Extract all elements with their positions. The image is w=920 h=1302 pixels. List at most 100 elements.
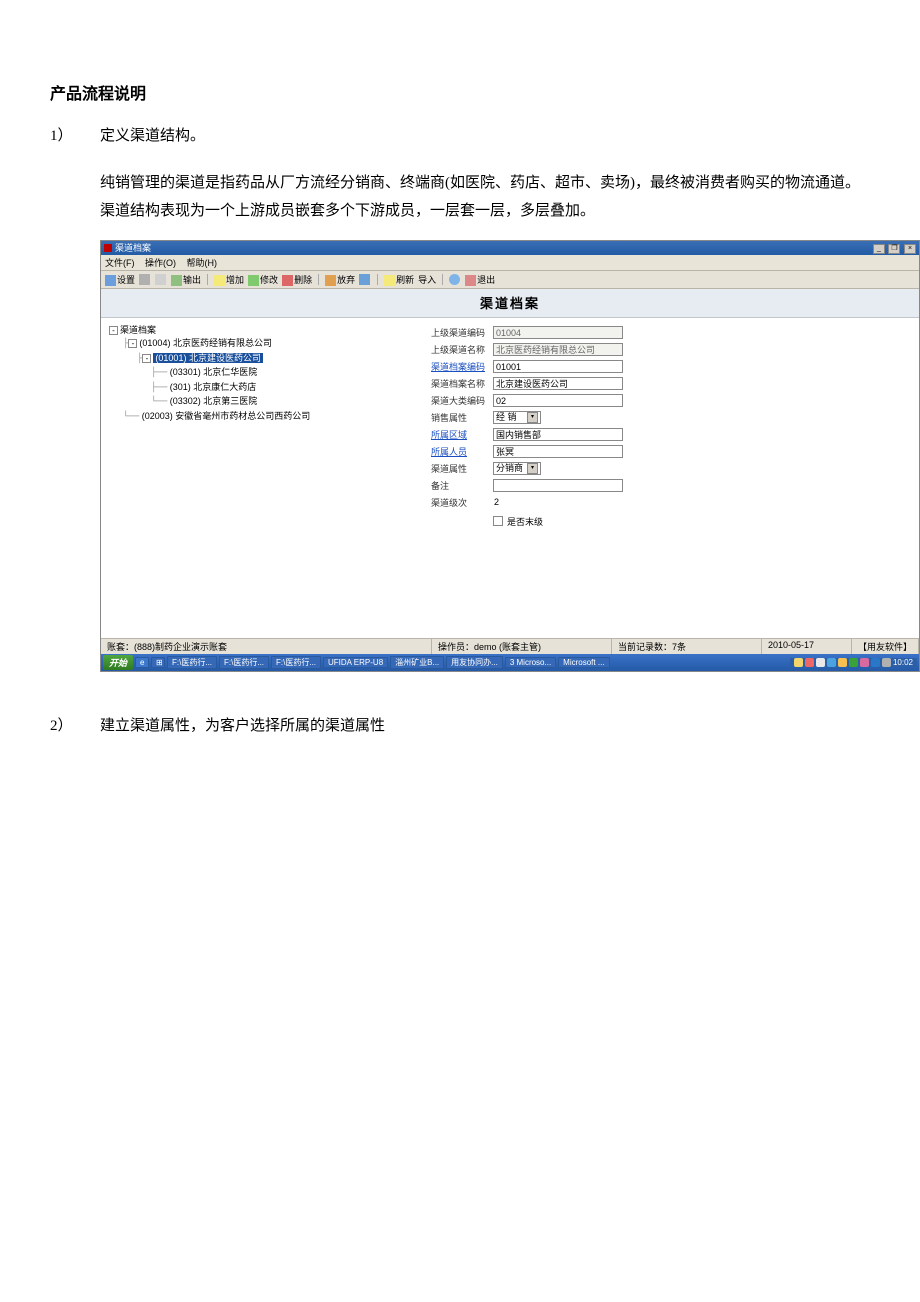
- status-count: 当前记录数：7条: [612, 639, 762, 654]
- fld-region[interactable]: 国内销售部: [493, 428, 623, 441]
- fld-bigcls[interactable]: 02: [493, 394, 623, 407]
- status-bar: 账套：(888)制药企业演示账套 操作员：demo (账套主管) 当前记录数：7…: [101, 638, 919, 654]
- minimize-button[interactable]: _: [873, 244, 885, 254]
- status-brand: 【用友软件】: [852, 639, 919, 654]
- tree-toggle-icon[interactable]: -: [109, 326, 118, 335]
- tb-preview[interactable]: [155, 274, 167, 285]
- panel-title: 渠道档案: [101, 289, 919, 318]
- tb-help[interactable]: [449, 274, 461, 285]
- tray-icon[interactable]: [816, 658, 825, 667]
- fld-upper-name: 北京医药经销有限总公司: [493, 343, 623, 356]
- menu-bar: 文件(F) 操作(O) 帮助(H): [101, 255, 919, 271]
- lbl-bigcls: 渠道大类编码: [431, 394, 493, 407]
- preview-icon: [155, 274, 166, 285]
- tray-icon[interactable]: [794, 658, 803, 667]
- menu-help[interactable]: 帮助(H): [187, 258, 218, 268]
- tray-icon[interactable]: [871, 658, 880, 667]
- lbl-level: 渠道级次: [431, 496, 493, 509]
- taskbar-task[interactable]: F:\医药行...: [219, 656, 269, 669]
- lbl-region[interactable]: 所属区域: [431, 428, 493, 441]
- sel-chan[interactable]: 分销商▾: [493, 462, 541, 475]
- tb-set[interactable]: 设置: [105, 273, 135, 286]
- tb-undo[interactable]: 放弃: [325, 273, 355, 286]
- tree-node[interactable]: (03302) 北京第三医院: [170, 396, 258, 406]
- output-icon: [171, 275, 182, 286]
- tray-icon[interactable]: [860, 658, 869, 667]
- tray-icon[interactable]: [805, 658, 814, 667]
- lbl-person[interactable]: 所属人员: [431, 445, 493, 458]
- step2-number: 2）: [50, 712, 100, 741]
- start-button[interactable]: 开始: [103, 655, 133, 670]
- maximize-button[interactable]: ❐: [888, 244, 900, 254]
- sel-sales[interactable]: 经 销▾: [493, 411, 541, 424]
- form-panel: 上级渠道编码01004 上级渠道名称北京医药经销有限总公司 渠道档案编码0100…: [421, 318, 919, 638]
- help-icon: [449, 274, 460, 285]
- taskbar-desktop[interactable]: ⊞: [151, 657, 165, 668]
- os-taskbar: 开始 e ⊞ F:\医药行... F:\医药行... F:\医药行... UFI…: [101, 654, 919, 671]
- menu-file[interactable]: 文件(F): [105, 258, 135, 268]
- tb-modify[interactable]: 修改: [248, 273, 278, 286]
- tb-add[interactable]: 增加: [214, 273, 244, 286]
- app-screenshot: 渠道档案 _ ❐ × 文件(F) 操作(O) 帮助(H) 设置 输出 增加 修改…: [100, 240, 920, 672]
- taskbar-task[interactable]: F:\医药行...: [271, 656, 321, 669]
- tree-node-selected[interactable]: (01001) 北京建设医药公司: [153, 353, 263, 363]
- taskbar-task[interactable]: F:\医药行...: [167, 656, 217, 669]
- tree-node[interactable]: (01004) 北京医药经销有限总公司: [139, 338, 272, 348]
- fld-name[interactable]: 北京建设医药公司: [493, 377, 623, 390]
- status-operator: 操作员：demo (账套主管): [432, 639, 612, 654]
- tb-expand[interactable]: [359, 274, 371, 285]
- expand-icon: [359, 274, 370, 285]
- tray-icon[interactable]: [849, 658, 858, 667]
- delete-icon: [282, 275, 293, 286]
- dropdown-icon[interactable]: ▾: [527, 463, 538, 474]
- step1-title: 定义渠道结构。: [100, 122, 870, 151]
- doc-heading: 产品流程说明: [50, 80, 870, 104]
- tb-exit[interactable]: 退出: [465, 273, 495, 286]
- lbl-code[interactable]: 渠道档案编码: [431, 360, 493, 373]
- menu-operate[interactable]: 操作(O): [145, 258, 176, 268]
- fld-code[interactable]: 01001: [493, 360, 623, 373]
- tb-refresh[interactable]: 刷新: [384, 273, 414, 286]
- taskbar-task[interactable]: 淄州矿业B...: [390, 656, 444, 669]
- taskbar-task[interactable]: 用友协同办...: [446, 656, 503, 669]
- tb-delete[interactable]: 删除: [282, 273, 312, 286]
- lbl-chan: 渠道属性: [431, 462, 493, 475]
- tree-toggle-icon[interactable]: -: [128, 339, 137, 348]
- tray-clock: 10:02: [893, 658, 913, 667]
- tree-root[interactable]: 渠道档案: [120, 325, 156, 335]
- step1-body: 纯销管理的渠道是指药品从厂方流经分销商、终端商(如医院、药店、超市、卖场)，最终…: [100, 169, 870, 226]
- close-button[interactable]: ×: [904, 244, 916, 254]
- tree-node[interactable]: (301) 北京康仁大药店: [170, 382, 257, 392]
- chk-isend[interactable]: [493, 516, 503, 526]
- step1-number: 1）: [50, 122, 100, 151]
- taskbar-ie[interactable]: e: [135, 657, 149, 668]
- tree-node[interactable]: (02003) 安徽省毫州市药材总公司西药公司: [142, 411, 311, 421]
- tray-icon[interactable]: [882, 658, 891, 667]
- exit-icon: [465, 275, 476, 286]
- tray-icon[interactable]: [827, 658, 836, 667]
- tb-output[interactable]: 输出: [171, 273, 201, 286]
- fld-upper-code: 01004: [493, 326, 623, 339]
- tree-toggle-icon[interactable]: -: [142, 354, 151, 363]
- dropdown-icon[interactable]: ▾: [527, 412, 538, 423]
- tray-icon[interactable]: [838, 658, 847, 667]
- status-date: 2010-05-17: [762, 639, 852, 654]
- taskbar-task[interactable]: UFIDA ERP-U8: [323, 657, 388, 668]
- fld-remark[interactable]: [493, 479, 623, 492]
- window-titlebar: 渠道档案 _ ❐ ×: [101, 241, 919, 255]
- window-title: 渠道档案: [115, 241, 151, 254]
- tree-panel: -渠道档案 ├-(01004) 北京医药经销有限总公司 ├-(01001) 北京…: [101, 318, 421, 638]
- tree-node[interactable]: (03301) 北京仁华医院: [170, 367, 258, 377]
- taskbar-task[interactable]: Microsoft ...: [558, 657, 609, 668]
- tb-import[interactable]: 导入: [418, 273, 436, 286]
- print-icon: [139, 274, 150, 285]
- tb-print[interactable]: [139, 274, 151, 285]
- filter-icon: [105, 275, 116, 286]
- taskbar-task[interactable]: 3 Microso...: [505, 657, 556, 668]
- toolbar: 设置 输出 增加 修改 删除 放弃 刷新 导入 退出: [101, 271, 919, 289]
- lbl-isend: 是否末级: [507, 515, 543, 528]
- lbl-remark: 备注: [431, 479, 493, 492]
- lbl-name: 渠道档案名称: [431, 377, 493, 390]
- system-tray[interactable]: 10:02: [790, 658, 917, 667]
- fld-person[interactable]: 张冥: [493, 445, 623, 458]
